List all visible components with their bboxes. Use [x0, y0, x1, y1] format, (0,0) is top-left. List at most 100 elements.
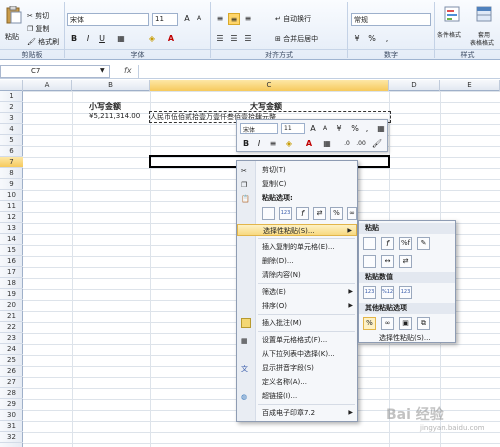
currency-icon[interactable]: ¥: [351, 33, 363, 45]
percent-icon[interactable]: %: [366, 33, 378, 45]
menu-item-sort[interactable]: 排序(O) ▶: [237, 300, 357, 312]
cut-button[interactable]: ✂ 剪切: [27, 11, 49, 21]
merge-center-button[interactable]: ⊞ 合并后居中: [275, 34, 318, 44]
row-header[interactable]: 17: [0, 267, 23, 278]
conditional-format-button[interactable]: 条件格式: [437, 6, 467, 46]
paste-option-values-icon[interactable]: 123: [279, 207, 292, 220]
menu-item-format-cells[interactable]: ▦ 设置单元格格式(F)...: [237, 334, 357, 346]
comma-icon[interactable]: ,: [381, 33, 393, 45]
row-header[interactable]: 15: [0, 245, 23, 256]
bold-button[interactable]: B: [68, 33, 80, 45]
row-header[interactable]: 22: [0, 322, 23, 333]
sub-linked-picture-icon[interactable]: ⧉: [417, 317, 430, 330]
row-header[interactable]: 25: [0, 355, 23, 366]
row-header[interactable]: 31: [0, 421, 23, 432]
paste-option-paste-icon[interactable]: [262, 207, 275, 220]
mini-shrink-font-icon[interactable]: A: [319, 123, 331, 135]
name-box[interactable]: C7: [0, 65, 110, 78]
sub-values-source-icon[interactable]: 123: [399, 286, 412, 299]
row-header[interactable]: 3: [0, 113, 23, 124]
row-header[interactable]: 18: [0, 278, 23, 289]
row-header[interactable]: 27: [0, 377, 23, 388]
align-right-icon[interactable]: ☰: [242, 33, 254, 45]
row-header[interactable]: 10: [0, 190, 23, 201]
number-format-combo[interactable]: 常规: [351, 13, 431, 26]
align-left-icon[interactable]: ☰: [214, 33, 226, 45]
sub-formatting-icon[interactable]: %: [363, 317, 376, 330]
mini-percent-icon[interactable]: %: [349, 123, 361, 135]
menu-item-insert-comment[interactable]: 插入批注(M): [237, 317, 357, 329]
align-center-icon[interactable]: ☰: [228, 33, 240, 45]
row-header[interactable]: 21: [0, 311, 23, 322]
paste-button[interactable]: 粘贴: [3, 4, 25, 44]
cell-b2[interactable]: 小写金额: [89, 101, 121, 112]
sub-values-number-icon[interactable]: %12: [381, 286, 394, 299]
row-header[interactable]: 24: [0, 344, 23, 355]
row-header[interactable]: 9: [0, 179, 23, 190]
name-box-dropdown-icon[interactable]: ▼: [100, 67, 105, 74]
column-header-d[interactable]: D: [389, 80, 440, 91]
menu-item-define-name[interactable]: 定义名称(A)...: [237, 376, 357, 388]
formula-input[interactable]: [138, 65, 500, 78]
column-header-c[interactable]: C: [150, 80, 389, 91]
mini-decimal-icon[interactable]: .0: [341, 138, 353, 150]
row-header[interactable]: 23: [0, 333, 23, 344]
row-header[interactable]: 8: [0, 168, 23, 179]
row-header[interactable]: 30: [0, 410, 23, 421]
format-painter-button[interactable]: 🖌 格式刷: [27, 37, 59, 47]
mini-size-combo[interactable]: 11: [281, 123, 305, 134]
menu-item-hyperlink[interactable]: ◍ 超链接(I)...: [237, 390, 357, 402]
grow-font-icon[interactable]: A: [181, 13, 193, 25]
align-middle-icon[interactable]: ≡: [228, 13, 240, 25]
menu-item-pick-list[interactable]: 从下拉列表中选择(K)...: [237, 348, 357, 360]
row-header[interactable]: 12: [0, 212, 23, 223]
paste-option-transpose-icon[interactable]: ⇄: [313, 207, 326, 220]
cell-b3[interactable]: ¥5,211,314.00: [89, 112, 140, 120]
wrap-text-button[interactable]: ↵ 自动换行: [275, 14, 311, 24]
sub-formulas-icon[interactable]: f: [381, 237, 394, 250]
mini-border-icon[interactable]: ▦: [321, 138, 333, 150]
menu-item-filter[interactable]: 筛选(E) ▶: [237, 286, 357, 298]
sub-keep-source-icon[interactable]: ✎: [417, 237, 430, 250]
sub-link-icon[interactable]: ∞: [381, 317, 394, 330]
row-header[interactable]: 16: [0, 256, 23, 267]
row-header[interactable]: 4: [0, 124, 23, 135]
row-header[interactable]: 2: [0, 102, 23, 113]
mini-font-color-icon[interactable]: A: [303, 138, 315, 150]
insert-function-icon[interactable]: fx: [124, 66, 132, 75]
align-top-icon[interactable]: ≡: [214, 13, 226, 25]
row-header[interactable]: 5: [0, 135, 23, 146]
row-header[interactable]: 26: [0, 366, 23, 377]
column-header-b[interactable]: B: [72, 80, 150, 91]
column-header-e[interactable]: E: [440, 80, 500, 91]
mini-comma-icon[interactable]: ,: [361, 123, 373, 135]
font-color-icon[interactable]: A: [165, 33, 177, 45]
mini-bold-button[interactable]: B: [240, 138, 252, 150]
italic-button[interactable]: I: [82, 33, 94, 45]
select-all-corner[interactable]: [0, 80, 23, 91]
menu-item-stamp[interactable]: 百成电子印章7.2 ▶: [237, 407, 357, 419]
mini-font-combo[interactable]: 宋体: [240, 123, 278, 134]
mini-align-icon[interactable]: ≡: [267, 138, 279, 150]
row-header[interactable]: 7: [0, 157, 23, 168]
row-header[interactable]: 32: [0, 432, 23, 443]
row-header[interactable]: 11: [0, 201, 23, 212]
underline-button[interactable]: U: [96, 33, 108, 45]
mini-fill-color-icon[interactable]: ◈: [283, 138, 295, 150]
row-header[interactable]: 6: [0, 146, 23, 157]
mini-italic-button[interactable]: I: [253, 138, 265, 150]
mini-decimal-icon-2[interactable]: .00: [355, 138, 367, 150]
sub-paste-icon[interactable]: [363, 237, 376, 250]
fill-color-icon[interactable]: ◈: [146, 33, 158, 45]
row-header[interactable]: 13: [0, 223, 23, 234]
align-bottom-icon[interactable]: ≡: [242, 13, 254, 25]
menu-item-copy[interactable]: ❐ 复制(C): [237, 178, 357, 190]
row-header[interactable]: 19: [0, 289, 23, 300]
sub-picture-icon[interactable]: ▣: [399, 317, 412, 330]
menu-item-phonetic[interactable]: 文 显示拼音字段(S): [237, 362, 357, 374]
menu-item-clear[interactable]: 清除内容(N): [237, 269, 357, 281]
font-size-combo[interactable]: 11: [152, 13, 178, 26]
sub-transpose-icon[interactable]: ⇄: [399, 255, 412, 268]
row-header[interactable]: 20: [0, 300, 23, 311]
column-header-a[interactable]: A: [23, 80, 72, 91]
